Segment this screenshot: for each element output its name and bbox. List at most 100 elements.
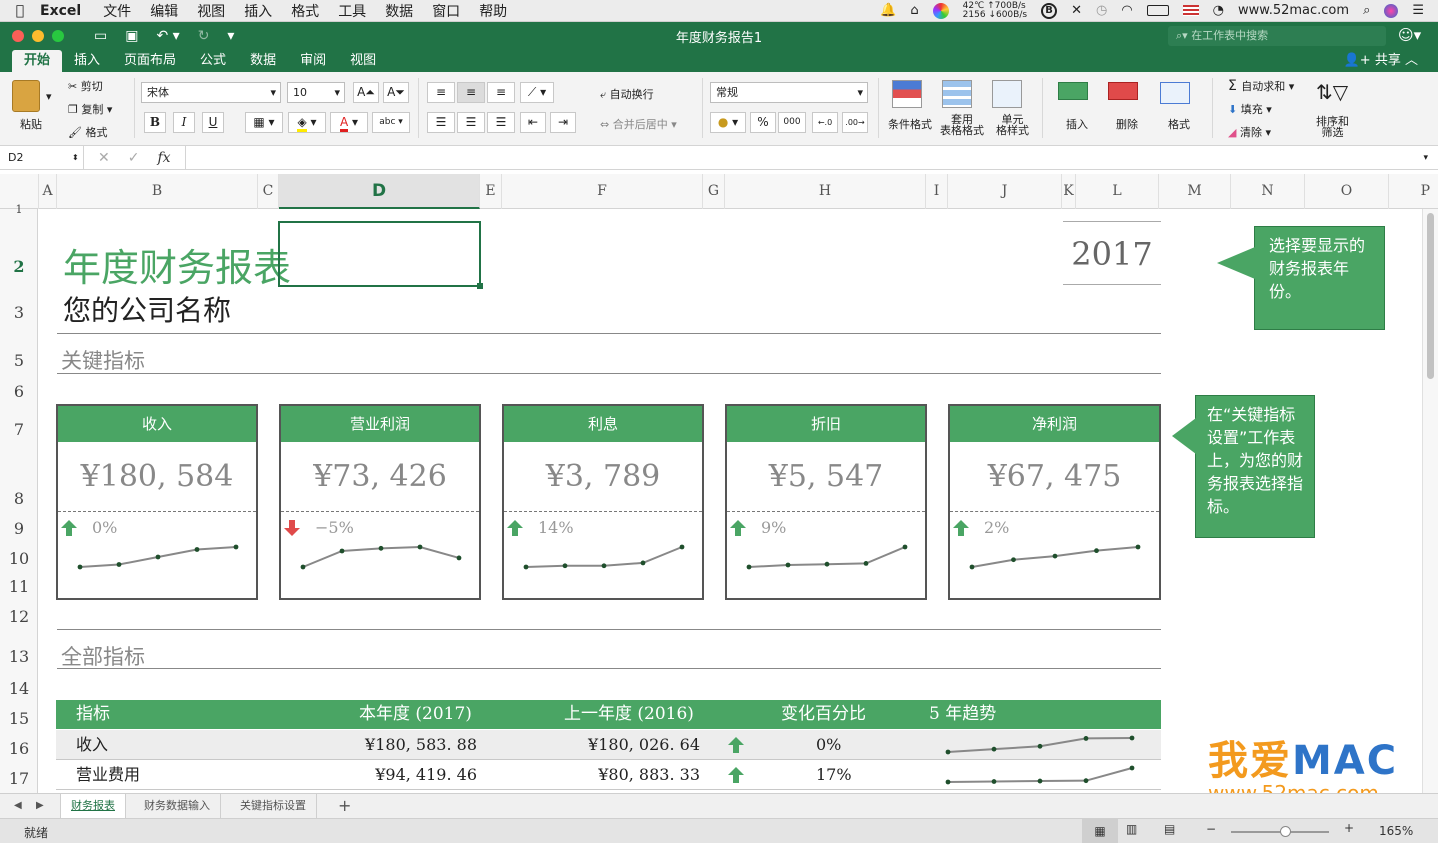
undo-icon[interactable]: ↶ ▾	[156, 28, 179, 44]
expand-formula-icon[interactable]: ▾	[1423, 153, 1438, 163]
kpi-card[interactable]: 利息 ¥3, 789 14%	[502, 404, 704, 600]
column-header[interactable]: C	[258, 174, 279, 209]
header-metric[interactable]: 指标	[76, 700, 110, 729]
all-metrics-heading[interactable]: 全部指标	[61, 641, 145, 671]
percent-button[interactable]: %	[750, 112, 776, 133]
battery-icon[interactable]	[1146, 5, 1169, 16]
column-header[interactable]: J	[948, 174, 1062, 209]
company-name[interactable]: 您的公司名称	[63, 289, 231, 329]
delete-cells-icon[interactable]	[1108, 82, 1138, 100]
spotlight-icon[interactable]: ⌕	[1363, 3, 1370, 18]
siri-icon[interactable]	[1384, 3, 1399, 18]
cancel-icon[interactable]: ✕	[98, 150, 110, 166]
align-top-button[interactable]: ≡	[427, 82, 455, 103]
report-title[interactable]: 年度财务报表	[63, 237, 291, 292]
copy-button[interactable]: ❐ 复制 ▾	[68, 101, 112, 117]
font-color-button[interactable]: A ▾	[330, 112, 368, 133]
insert-cells-icon[interactable]	[1058, 82, 1088, 100]
column-header[interactable]: B	[57, 174, 258, 209]
menu-format[interactable]: 格式	[291, 1, 319, 21]
sheet-tab-kpi-settings[interactable]: 关键指标设置	[230, 794, 317, 818]
italic-button[interactable]: I	[173, 112, 195, 133]
sidebar-toggle-icon[interactable]: ▭	[94, 28, 107, 44]
conditional-format-label[interactable]: 条件格式	[888, 116, 932, 132]
row-header[interactable]: 17	[0, 769, 38, 788]
row-header-selected[interactable]: 2	[0, 257, 38, 276]
report-year[interactable]: 2017	[1063, 221, 1161, 285]
format-painter-button[interactable]: 🖌 格式	[68, 124, 107, 140]
menu-file[interactable]: 文件	[103, 1, 131, 21]
row-header[interactable]: 15	[0, 709, 38, 728]
normal-view-icon[interactable]: ▦	[1082, 819, 1118, 843]
apple-icon[interactable]: 	[0, 3, 40, 19]
row-header[interactable]: 13	[0, 647, 38, 666]
sheet-search-input[interactable]: ⌕▾ 在工作表中搜索	[1168, 26, 1386, 46]
cell-style-icon[interactable]	[992, 80, 1022, 108]
header-previous-year[interactable]: 上一年度 (2016)	[564, 700, 694, 729]
sheet-tab-data-input[interactable]: 财务数据输入	[134, 794, 221, 818]
table-row[interactable]: 收入 ¥180, 583. 88 ¥180, 026. 64 0%	[56, 730, 1161, 760]
decrease-decimal-button[interactable]: .00→	[842, 112, 868, 133]
align-middle-button[interactable]: ≡	[457, 82, 485, 103]
font-name-select[interactable]: 宋体 ▾	[141, 82, 281, 103]
row-header[interactable]: 7	[0, 420, 38, 439]
row-header[interactable]: 8	[0, 489, 38, 508]
table-row[interactable]: 营业费用 ¥94, 419. 46 ¥80, 883. 33 17%	[56, 760, 1161, 790]
row-header[interactable]: 14	[0, 679, 38, 698]
kpi-card[interactable]: 折旧 ¥5, 547 9%	[725, 404, 927, 600]
border-button[interactable]: ▦ ▾	[245, 112, 283, 133]
menu-edit[interactable]: 编辑	[150, 1, 178, 21]
column-header[interactable]: F	[502, 174, 703, 209]
column-header[interactable]: E	[480, 174, 502, 209]
sort-filter-label[interactable]: 排序和 筛选	[1316, 116, 1349, 138]
key-metrics-heading[interactable]: 关键指标	[61, 345, 145, 375]
thousands-button[interactable]: 000	[778, 112, 806, 133]
tab-review[interactable]: 审阅	[288, 50, 338, 72]
page-layout-view-icon[interactable]: ▥	[1126, 822, 1137, 836]
table-format-label[interactable]: 套用 表格格式	[940, 114, 984, 136]
fill-color-button[interactable]: ◈ ▾	[288, 112, 326, 133]
close-window-button[interactable]	[12, 30, 24, 42]
align-left-button[interactable]: ☰	[427, 112, 455, 133]
tab-formulas[interactable]: 公式	[188, 50, 238, 72]
zoom-in-button[interactable]: +	[1344, 821, 1354, 835]
column-header[interactable]: H	[725, 174, 926, 209]
row-header[interactable]: 5	[0, 351, 38, 370]
merge-center-button[interactable]: ⇔ 合并后居中 ▾	[600, 116, 677, 132]
bold-button[interactable]: B	[144, 112, 166, 133]
notification-icon[interactable]: 🔔	[880, 3, 896, 18]
column-header[interactable]: L	[1076, 174, 1159, 209]
underline-button[interactable]: U	[202, 112, 224, 133]
format-cells-icon[interactable]	[1160, 82, 1190, 104]
redo-icon[interactable]: ↻	[198, 28, 210, 44]
collapse-ribbon-icon[interactable]: ︿	[1405, 53, 1418, 68]
minimize-window-button[interactable]	[32, 30, 44, 42]
row-header[interactable]: 6	[0, 382, 38, 401]
decrease-indent-button[interactable]: ⇤	[520, 112, 546, 133]
paste-icon[interactable]	[12, 80, 40, 112]
autosum-button[interactable]: Σ 自动求和 ▾	[1228, 78, 1294, 94]
flag-icon[interactable]	[1182, 5, 1199, 16]
decrease-font-button[interactable]: A⏷	[383, 82, 409, 103]
confirm-icon[interactable]: ✓	[128, 150, 140, 166]
color-wheel-icon[interactable]	[932, 2, 949, 19]
column-header[interactable]: M	[1159, 174, 1231, 209]
sort-filter-icon[interactable]: ⇅▽	[1316, 80, 1348, 108]
increase-decimal-button[interactable]: ←.0	[812, 112, 838, 133]
cut-button[interactable]: ✂ 剪切	[68, 78, 103, 94]
phonetic-button[interactable]: abc ▾	[372, 112, 410, 133]
function-icon[interactable]: fx	[157, 150, 170, 166]
notification-center-icon[interactable]: ☰	[1412, 3, 1424, 18]
header-change[interactable]: 变化百分比	[781, 700, 866, 729]
column-header[interactable]: O	[1305, 174, 1389, 209]
customize-toolbar-icon[interactable]: ▾	[227, 28, 234, 44]
column-header[interactable]: A	[39, 174, 57, 209]
number-format-select[interactable]: 常规 ▾	[710, 82, 868, 103]
menu-window[interactable]: 窗口	[432, 1, 460, 21]
tab-insert[interactable]: 插入	[62, 50, 112, 72]
kpi-card[interactable]: 净利润 ¥67, 475 2%	[948, 404, 1161, 600]
formula-input[interactable]	[184, 145, 1424, 170]
row-header[interactable]: 12	[0, 607, 38, 626]
column-header[interactable]: G	[703, 174, 725, 209]
font-size-select[interactable]: 10 ▾	[287, 82, 345, 103]
